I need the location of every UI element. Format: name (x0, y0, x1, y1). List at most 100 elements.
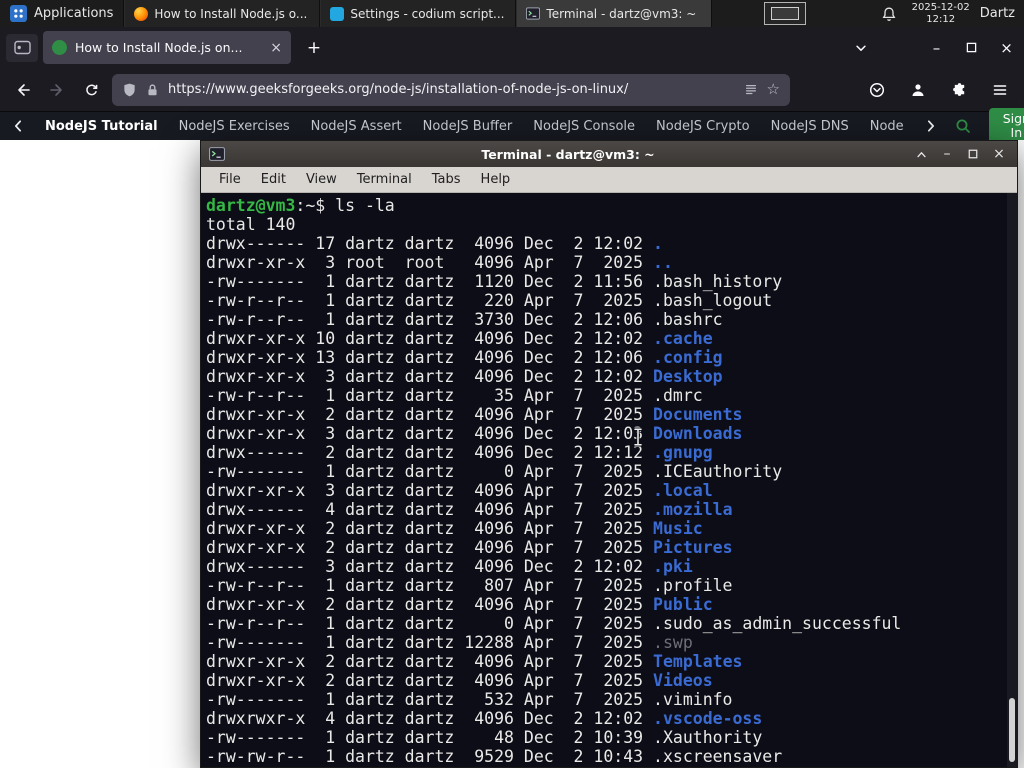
terminal-line: -rw-r--r-- 1 dartz dartz 35 Apr 7 2025 .… (206, 386, 703, 405)
account-icon (912, 83, 924, 96)
terminal-line: drwxr-xr-x 13 dartz dartz 4096 Dec 2 12:… (206, 348, 723, 367)
nav-item-node-truncated[interactable]: Node (870, 119, 904, 134)
terminal-icon (526, 6, 541, 21)
terminal-maximize-button[interactable] (963, 145, 983, 164)
nav-item-nodejs-buffer[interactable]: NodeJS Buffer (423, 119, 513, 134)
terminal-line: drwxr-xr-x 3 dartz dartz 4096 Dec 2 12:0… (206, 424, 743, 443)
panel-clock: 2025-12-02 12:12 (912, 2, 970, 25)
tracking-shield-icon[interactable] (122, 82, 137, 98)
nav-item-nodejs-assert[interactable]: NodeJS Assert (311, 119, 402, 134)
terminal-line: drwx------ 4 dartz dartz 4096 Apr 7 2025… (206, 500, 733, 519)
terminal-window-icon (209, 147, 225, 161)
nav-item-nodejs-crypto[interactable]: NodeJS Crypto (656, 119, 750, 134)
pocket-button[interactable] (863, 75, 891, 105)
menu-terminal[interactable]: Terminal (347, 172, 422, 187)
terminal-scrollbar[interactable] (1007, 193, 1017, 767)
extensions-button[interactable] (945, 75, 973, 105)
menu-help[interactable]: Help (471, 172, 521, 187)
account-button[interactable] (904, 75, 932, 105)
nav-scroll-right-button[interactable] (925, 119, 937, 133)
terminal-line: -rw------- 1 dartz dartz 0 Apr 7 2025 .I… (206, 462, 783, 481)
site-nav-bar: NodeJS Tutorial NodeJS Exercises NodeJS … (0, 108, 1024, 144)
terminal-line: drwxr-xr-x 10 dartz dartz 4096 Dec 2 12:… (206, 329, 713, 348)
sign-in-button[interactable]: Sign In (988, 108, 1024, 144)
firefox-view-icon (13, 40, 31, 55)
panel-user-label: Dartz (979, 6, 1015, 21)
hamburger-menu-icon (993, 84, 1007, 95)
window-close-button[interactable]: × (989, 33, 1024, 63)
menu-view[interactable]: View (296, 172, 347, 187)
search-button[interactable] (955, 118, 971, 134)
back-button[interactable] (6, 74, 40, 106)
menu-edit[interactable]: Edit (251, 172, 296, 187)
taskbar-title: Terminal - dartz@vm3: ~ (546, 6, 697, 21)
extensions-puzzle-icon (952, 83, 964, 96)
reader-mode-icon[interactable] (744, 83, 758, 97)
nav-item-nodejs-tutorial[interactable]: NodeJS Tutorial (45, 119, 158, 134)
applications-menu-button[interactable]: Applications (0, 0, 123, 27)
terminal-line: drwx------ 3 dartz dartz 4096 Dec 2 12:0… (206, 557, 693, 576)
app-menu-button[interactable] (986, 75, 1014, 105)
applications-label: Applications (34, 6, 114, 21)
codium-icon (330, 6, 345, 21)
notification-bell-icon[interactable] (876, 6, 902, 22)
chevron-right-icon (927, 120, 934, 132)
terminal-line: drwxr-xr-x 2 dartz dartz 4096 Apr 7 2025… (206, 519, 703, 538)
nav-item-nodejs-dns[interactable]: NodeJS DNS (771, 119, 849, 134)
lock-icon[interactable] (146, 83, 159, 97)
browser-toolbar: https://www.geeksforgeeks.org/node-js/in… (0, 68, 1024, 112)
taskbar-title: How to Install Node.js o... (154, 6, 308, 21)
terminal-window-title: Terminal - dartz@vm3: ~ (481, 146, 655, 162)
nav-scroll-left-button[interactable] (12, 119, 24, 133)
chevron-left-icon (15, 120, 21, 132)
terminal-shade-button[interactable] (911, 145, 931, 164)
forward-button[interactable] (40, 74, 74, 106)
firefox-view-button[interactable] (6, 33, 38, 62)
toolbar-right-icons (863, 75, 1018, 105)
browser-tab[interactable]: How to Install Node.js on... × (43, 31, 291, 64)
url-bar[interactable]: https://www.geeksforgeeks.org/node-js/in… (112, 73, 790, 106)
menu-tabs[interactable]: Tabs (422, 172, 471, 187)
terminal-line: -rw-r--r-- 1 dartz dartz 0 Apr 7 2025 .s… (206, 614, 902, 633)
terminal-line: drwxr-xr-x 2 dartz dartz 4096 Apr 7 2025… (206, 538, 733, 557)
reload-button[interactable] (74, 74, 108, 106)
tab-close-icon[interactable]: × (268, 40, 282, 56)
new-tab-button[interactable]: + (299, 33, 329, 63)
terminal-line: -rw-r--r-- 1 dartz dartz 220 Apr 7 2025 … (206, 291, 773, 310)
chevron-down-icon (856, 45, 866, 51)
terminal-line: drwxr-xr-x 2 dartz dartz 4096 Apr 7 2025… (206, 652, 743, 671)
terminal-minimize-button[interactable]: – (937, 145, 957, 164)
window-maximize-button[interactable] (954, 33, 989, 63)
taskbar-button-codium[interactable]: Settings - codium script... (320, 0, 517, 27)
applications-icon (10, 5, 27, 22)
workspace-thumbnail (771, 7, 800, 20)
clock-time: 12:12 (926, 13, 956, 25)
terminal-close-button[interactable]: × (989, 145, 1009, 164)
reload-icon (85, 84, 97, 96)
window-minimize-button[interactable]: – (919, 33, 954, 63)
terminal-line: drwxr-xr-x 2 dartz dartz 4096 Apr 7 2025… (206, 671, 713, 690)
terminal-content-area[interactable]: dartz@vm3:~$ ls -la total 140 drwx------… (201, 193, 1017, 767)
geeksforgeeks-favicon (52, 40, 67, 55)
browser-tab-bar: How to Install Node.js on... × + – × (0, 27, 1024, 68)
terminal-title-bar[interactable]: Terminal - dartz@vm3: ~ – × (201, 141, 1017, 167)
nav-item-nodejs-console[interactable]: NodeJS Console (533, 119, 635, 134)
tab-bar-right-controls: – × (845, 33, 1024, 63)
top-panel: Applications How to Install Node.js o...… (0, 0, 1024, 27)
url-text: https://www.geeksforgeeks.org/node-js/in… (168, 82, 629, 97)
terminal-line: -rw-r--r-- 1 dartz dartz 807 Apr 7 2025 … (206, 576, 733, 595)
terminal-menu-bar: File Edit View Terminal Tabs Help (201, 167, 1017, 193)
terminal-line: drwxr-xr-x 2 dartz dartz 4096 Apr 7 2025… (206, 405, 743, 424)
terminal-prompt-line: dartz@vm3:~$ ls -la (206, 196, 395, 215)
terminal-output: dartz@vm3:~$ ls -la total 140 drwx------… (201, 193, 1017, 766)
bookmark-star-icon[interactable]: ☆ (767, 82, 780, 97)
taskbar-button-firefox[interactable]: How to Install Node.js o... (124, 0, 321, 27)
menu-file[interactable]: File (209, 172, 251, 187)
nav-item-nodejs-exercises[interactable]: NodeJS Exercises (179, 119, 290, 134)
desktop-screen: Applications How to Install Node.js o...… (0, 0, 1024, 768)
scrollbar-thumb[interactable] (1009, 698, 1015, 762)
window-controls: – × (919, 33, 1024, 63)
taskbar-button-terminal[interactable]: Terminal - dartz@vm3: ~ (516, 0, 713, 27)
list-all-tabs-button[interactable] (845, 33, 877, 63)
workspace-switcher[interactable] (764, 2, 807, 25)
